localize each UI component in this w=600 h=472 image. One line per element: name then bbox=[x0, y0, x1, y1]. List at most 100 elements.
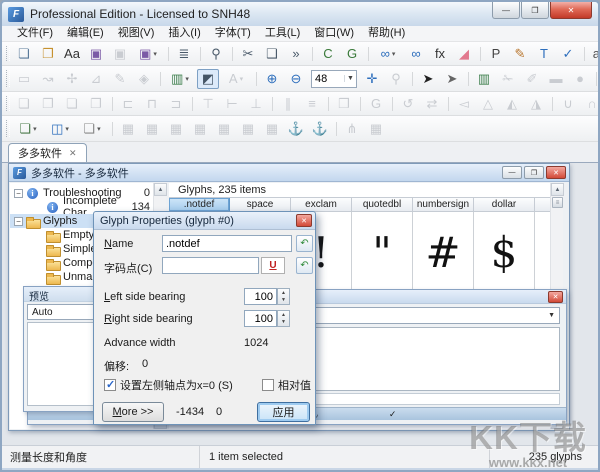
align-bottom-button[interactable]: ⊥ bbox=[245, 94, 267, 114]
formula-button[interactable]: fx bbox=[429, 44, 451, 64]
composite-info-button[interactable]: ▦ bbox=[365, 119, 387, 139]
document-close-button[interactable]: ✕ bbox=[546, 166, 566, 179]
lasso-tool[interactable]: ↝ bbox=[37, 69, 59, 89]
rotate-button[interactable]: ↺ bbox=[397, 94, 419, 114]
knife-tool[interactable]: ✁ bbox=[497, 69, 519, 89]
close-button[interactable]: ✕ bbox=[550, 2, 592, 19]
menu-file[interactable]: 文件(F) bbox=[10, 26, 60, 41]
menu-view[interactable]: 视图(V) bbox=[111, 26, 162, 41]
show-guidelines-button[interactable]: ▦ bbox=[165, 119, 187, 139]
tab-font-document[interactable]: 多多软件 ✕ bbox=[8, 143, 87, 162]
insert-glyphs-button[interactable]: G bbox=[341, 44, 363, 64]
measure-tool[interactable]: ⊿ bbox=[85, 69, 107, 89]
glyph-column-notdef[interactable]: .notdef bbox=[169, 198, 230, 211]
glyph-column-dollar[interactable]: dollar bbox=[474, 198, 535, 211]
codepoint-field[interactable] bbox=[162, 257, 259, 274]
grid-options-button[interactable]: ▦ bbox=[141, 119, 163, 139]
pointer-mode-button[interactable]: ➤ bbox=[417, 69, 439, 89]
zoom-level-input[interactable] bbox=[312, 72, 344, 86]
guideline-options-button[interactable]: ▦ bbox=[189, 119, 211, 139]
font-overview-button[interactable]: Aa bbox=[61, 44, 83, 64]
tree-expander-icon[interactable] bbox=[34, 202, 45, 213]
flip-horizontal-button[interactable]: ◅ bbox=[453, 94, 475, 114]
pen-tool[interactable]: ✐ bbox=[521, 69, 543, 89]
find-glyph-button[interactable]: ⚲ bbox=[205, 44, 227, 64]
save-as-button[interactable]: ▣ bbox=[133, 44, 163, 64]
save-font-button[interactable]: ▣ bbox=[85, 44, 107, 64]
document-minimize-button[interactable]: — bbox=[502, 166, 522, 179]
new-font-button[interactable]: ❏ bbox=[13, 44, 35, 64]
unlink-composite-button[interactable]: ∞ bbox=[405, 44, 427, 64]
glyph-column-exclam[interactable]: exclam bbox=[291, 198, 352, 211]
link-composite-button[interactable]: ∞ bbox=[373, 44, 403, 64]
show-anchors-button[interactable]: ⚓ bbox=[285, 119, 307, 139]
rsb-spinner[interactable]: ▲▼ bbox=[277, 310, 290, 327]
apply-button[interactable]: 应用 bbox=[257, 402, 310, 422]
font-properties-button[interactable]: P bbox=[485, 44, 507, 64]
menu-insert[interactable]: 插入(I) bbox=[161, 26, 207, 41]
draw-contour-tool[interactable]: ✎ bbox=[109, 69, 131, 89]
tree-expander-icon[interactable] bbox=[14, 189, 23, 198]
copy-button[interactable]: ❑ bbox=[261, 44, 283, 64]
checkbox-icon[interactable] bbox=[262, 379, 274, 391]
lock-guidelines-button[interactable]: ▦ bbox=[213, 119, 235, 139]
send-to-back-button[interactable]: ❐ bbox=[37, 94, 59, 114]
show-grid-button[interactable]: ▦ bbox=[117, 119, 139, 139]
glyph-column-space[interactable]: space bbox=[230, 198, 291, 211]
cut-button[interactable]: ✂ bbox=[237, 44, 259, 64]
comparison-close-button[interactable]: ✕ bbox=[548, 291, 563, 303]
bring-to-front-button[interactable]: ❏ bbox=[13, 94, 35, 114]
rename-glyphs-button[interactable]: T bbox=[533, 44, 555, 64]
union-contours-button[interactable]: ∪ bbox=[557, 94, 579, 114]
align-top-button[interactable]: ⊤ bbox=[197, 94, 219, 114]
metrics-options-button[interactable]: A bbox=[221, 69, 251, 89]
skew-button[interactable]: ⇄ bbox=[421, 94, 443, 114]
lsb-field[interactable] bbox=[244, 288, 277, 305]
tree-expander-icon[interactable] bbox=[34, 272, 45, 283]
distribute-horizontal-button[interactable]: ∥ bbox=[277, 94, 299, 114]
insert-characters-button[interactable]: C bbox=[317, 44, 339, 64]
tab-close-icon[interactable]: ✕ bbox=[69, 148, 77, 159]
flip-vertical-button[interactable]: △ bbox=[477, 94, 499, 114]
lsb-spinner[interactable]: ▲▼ bbox=[277, 288, 290, 305]
menu-edit[interactable]: 编辑(E) bbox=[60, 26, 111, 41]
align-center-button[interactable]: ⊓ bbox=[141, 94, 163, 114]
zoom-box-button[interactable]: ⚲ bbox=[385, 69, 407, 89]
toolbar-overflow-chevron[interactable]: » bbox=[285, 44, 307, 64]
bring-forward-button[interactable]: ❏ bbox=[61, 94, 83, 114]
document-maximize-button[interactable]: ❐ bbox=[524, 166, 544, 179]
send-backward-button[interactable]: ❐ bbox=[85, 94, 107, 114]
open-font-button[interactable]: ❐ bbox=[37, 44, 59, 64]
mirror-right-button[interactable]: ◮ bbox=[525, 94, 547, 114]
zoom-in-button[interactable]: ⊕ bbox=[261, 69, 283, 89]
point-structure-button[interactable]: ⋔ bbox=[341, 119, 363, 139]
insert-glyph-button[interactable]: ❏ bbox=[13, 119, 43, 139]
tree-expander-icon[interactable] bbox=[34, 230, 45, 241]
menu-font[interactable]: 字体(T) bbox=[208, 26, 258, 41]
scroll-up-icon[interactable]: ▲ bbox=[154, 183, 167, 196]
revert-name-button[interactable]: ↶ bbox=[296, 235, 313, 252]
pan-tool[interactable]: ✢ bbox=[61, 69, 83, 89]
relative-values-checkbox[interactable]: 相对值 bbox=[262, 377, 311, 393]
menu-window[interactable]: 窗口(W) bbox=[307, 26, 361, 41]
fill-tool[interactable]: ◈ bbox=[133, 69, 155, 89]
more-button[interactable]: More >> bbox=[102, 402, 164, 422]
tree-expander-icon[interactable] bbox=[34, 244, 45, 255]
glyph-cell-quotedbl[interactable]: " bbox=[352, 212, 413, 292]
tree-expander-icon[interactable] bbox=[34, 258, 45, 269]
mirror-left-button[interactable]: ◭ bbox=[501, 94, 523, 114]
glyph-transformer-button[interactable]: ✎ bbox=[509, 44, 531, 64]
scrollbar-thumb[interactable]: ≡ bbox=[552, 197, 563, 208]
glyph-from-selection-button[interactable]: G bbox=[365, 94, 387, 114]
autonaming-button[interactable]: ab bbox=[589, 44, 600, 64]
snap-to-grid-button[interactable]: ▦ bbox=[237, 119, 259, 139]
paste-special-button[interactable]: ❒ bbox=[333, 94, 355, 114]
background-image-button[interactable]: ▥ bbox=[165, 69, 195, 89]
rectangle-tool[interactable]: ▬ bbox=[545, 69, 567, 89]
fill-mode-toggle[interactable]: ◩ bbox=[197, 69, 219, 89]
insert-image-button[interactable]: ▥ bbox=[473, 69, 495, 89]
menu-tools[interactable]: 工具(L) bbox=[258, 26, 307, 41]
align-left-button[interactable]: ⊏ bbox=[117, 94, 139, 114]
anchor-x0-checkbox[interactable]: 设置左侧轴点为x=0 (S) bbox=[104, 377, 233, 393]
glyph-cell-numbersign[interactable]: # bbox=[413, 212, 474, 292]
